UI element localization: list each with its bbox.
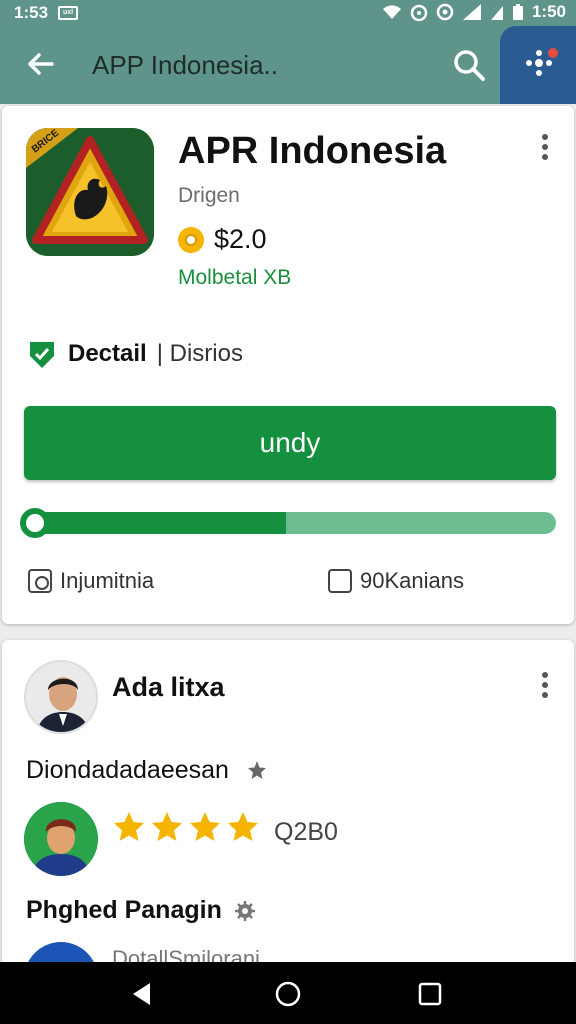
badge-icon: [247, 760, 266, 779]
cell-signal-icon: [490, 6, 503, 20]
person-avatar-icon: [24, 802, 98, 876]
back-arrow-icon[interactable]: [24, 48, 56, 80]
app-size: Molbetal XB: [178, 266, 292, 289]
wifi-icon: [382, 5, 401, 20]
progress-knob[interactable]: [20, 508, 50, 538]
clock: 1:50: [531, 2, 566, 21]
detail-label: Dectail: [68, 340, 147, 367]
rating-count: Q2B0: [274, 818, 338, 846]
checkbox-icon: [328, 569, 352, 593]
option-left-label: Injumitnia: [60, 568, 155, 593]
star-icon: [152, 812, 182, 841]
nav-recents-icon[interactable]: [416, 980, 444, 1008]
review-more-icon[interactable]: [540, 672, 550, 700]
coin-icon: [178, 226, 204, 253]
camera-icon: [28, 569, 52, 593]
download-progress-bar[interactable]: [20, 508, 556, 538]
app-name: APR Indonesia: [178, 130, 447, 172]
status-left-text: 1:53: [14, 3, 49, 22]
progress-fill: [26, 512, 286, 534]
toolbar-title: APP Indonesia..: [92, 50, 278, 80]
star-icon: [190, 812, 220, 841]
search-icon[interactable]: [452, 48, 486, 82]
notification-icon: uxl: [58, 6, 79, 20]
status-bar: 1:53 uxl 1:50: [0, 0, 576, 26]
system-nav-bar: [0, 962, 576, 1024]
install-button[interactable]: undy: [24, 406, 556, 480]
price-row: $2.0: [178, 224, 267, 255]
nav-home-icon[interactable]: [274, 980, 302, 1008]
star-rating: [112, 810, 260, 844]
option-right-label: 90Kanians: [360, 568, 464, 593]
nav-back-icon[interactable]: [128, 980, 156, 1008]
reviewer2-name: Phghed Panagin: [26, 896, 222, 924]
shield-check-icon: [30, 342, 54, 368]
review-text: Diondadadaeesan: [26, 756, 229, 784]
option-right[interactable]: 90Kanians: [328, 568, 464, 594]
star-icon: [114, 812, 144, 841]
more-options-icon[interactable]: [540, 134, 550, 162]
person-avatar-icon: [26, 662, 96, 732]
app-info-card: BRICE APR Indonesia Drigen $2.0 Molbetal…: [2, 106, 574, 624]
app-price: $2.0: [214, 224, 267, 254]
battery-icon: [512, 4, 523, 20]
side-panel-button[interactable]: [500, 26, 576, 104]
developer-name[interactable]: Drigen: [178, 184, 240, 208]
reviewer-name: Ada litxa: [112, 672, 225, 702]
app-icon[interactable]: BRICE: [26, 128, 154, 256]
sync-icon: [436, 3, 454, 21]
star-icon: [228, 812, 258, 841]
app-bar: APP Indonesia..: [0, 26, 576, 104]
reviews-card: Ada litxa Diondadadaeesan Q2B0 Phghed Pa…: [2, 640, 574, 1016]
alarm-icon: [410, 4, 428, 21]
signal-icon: [462, 4, 481, 20]
detail-sub-label: | Disrios: [156, 340, 243, 367]
status-left: 1:53 uxl: [14, 3, 79, 23]
option-left[interactable]: Injumitnia: [28, 568, 154, 594]
reviewer-avatar[interactable]: [24, 660, 98, 734]
review-text-row: Diondadadaeesan: [26, 756, 269, 785]
reviewer2-avatar[interactable]: [24, 802, 98, 876]
detail-row[interactable]: Dectail | Disrios: [26, 338, 243, 370]
gear-icon[interactable]: [234, 900, 256, 922]
notification-dot: [548, 48, 558, 58]
reviewer2-row: Phghed Panagin: [26, 896, 256, 925]
status-right: 1:50: [382, 2, 566, 22]
